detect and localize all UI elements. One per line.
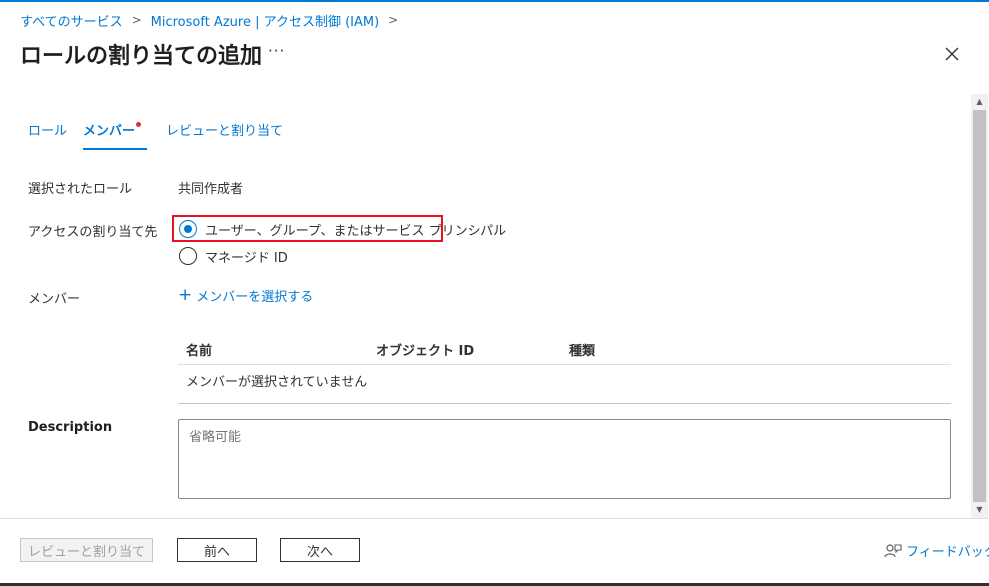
radio-managed-identity[interactable]: マネージド ID — [179, 245, 288, 267]
radio-checked-icon[interactable] — [179, 220, 197, 238]
radio-unchecked-icon[interactable] — [179, 247, 197, 265]
feedback-link[interactable]: フィードバック — [884, 541, 989, 560]
chevron-right-icon: > — [131, 13, 142, 27]
column-name: 名前 — [186, 344, 213, 359]
radio-label: ユーザー、グループ、またはサービス プリンシパル — [205, 223, 507, 239]
breadcrumb: すべてのサービス > Microsoft Azure | アクセス制御 (IAM… — [20, 10, 407, 30]
description-input[interactable] — [178, 419, 951, 499]
tab-role[interactable]: ロール — [28, 120, 67, 150]
review-assign-button[interactable]: レビューと割り当て — [20, 538, 153, 562]
breadcrumb-item-iam[interactable]: Microsoft Azure | アクセス制御 (IAM) — [151, 11, 380, 30]
tab-members[interactable]: メンバー — [83, 120, 148, 150]
members-table-header: 名前 オブジェクト ID 種類 — [178, 338, 951, 365]
radio-user-group-sp[interactable]: ユーザー、グループ、またはサービス プリンシパル — [179, 218, 506, 240]
tab-label: レビューと割り当て — [166, 124, 284, 139]
tab-label: メンバー — [83, 124, 136, 139]
footer-divider — [0, 518, 989, 519]
scroll-thumb[interactable] — [973, 110, 986, 502]
chevron-right-icon: > — [388, 13, 399, 27]
column-object-id: オブジェクト ID — [376, 344, 475, 359]
tab-label: ロール — [28, 124, 68, 139]
scroll-up-arrow-icon[interactable]: ▲ — [971, 94, 988, 110]
top-accent-strip — [0, 0, 989, 2]
description-label: Description — [28, 420, 113, 435]
tab-review-assign[interactable]: レビューと割り当て — [166, 120, 283, 150]
selected-role-label: 選択されたロール — [28, 182, 133, 197]
vertical-scrollbar[interactable]: ▲ ▼ — [971, 94, 988, 518]
previous-button[interactable]: 前へ — [177, 538, 257, 562]
table-divider — [178, 403, 951, 404]
next-button[interactable]: 次へ — [280, 538, 360, 562]
members-table-empty-message: メンバーが選択されていません — [186, 375, 368, 390]
close-icon[interactable] — [941, 43, 963, 65]
select-members-link[interactable]: + メンバーを選択する — [178, 285, 314, 306]
feedback-icon — [884, 543, 902, 557]
ellipsis-icon[interactable]: ··· — [268, 44, 290, 62]
breadcrumb-item-all-services[interactable]: すべてのサービス — [20, 11, 123, 30]
column-type: 種類 — [569, 344, 596, 359]
notification-dot-icon — [136, 122, 142, 127]
members-label: メンバー — [28, 292, 81, 307]
assign-access-label: アクセスの割り当て先 — [28, 225, 158, 240]
plus-icon: + — [178, 285, 193, 305]
radio-label: マネージド ID — [205, 250, 288, 266]
selected-role-value: 共同作成者 — [178, 182, 244, 197]
select-members-label: メンバーを選択する — [196, 290, 314, 305]
scroll-down-arrow-icon[interactable]: ▼ — [971, 502, 988, 518]
feedback-label: フィードバック — [906, 545, 989, 560]
page-title: ロールの割り当ての追加 — [20, 44, 263, 69]
